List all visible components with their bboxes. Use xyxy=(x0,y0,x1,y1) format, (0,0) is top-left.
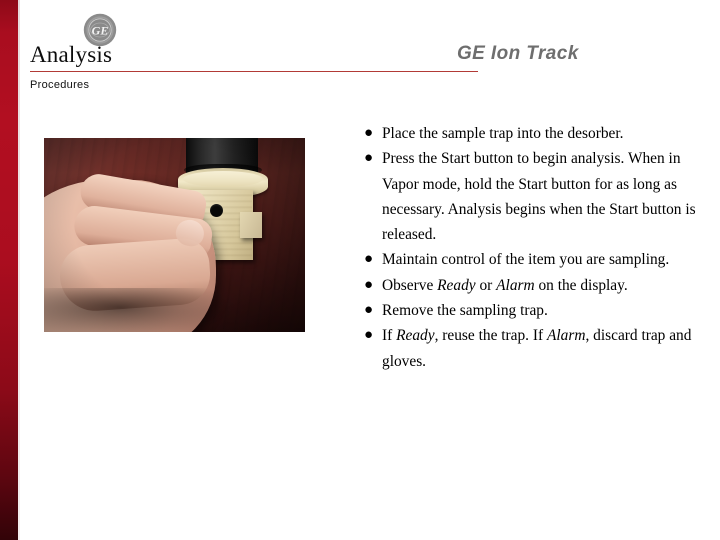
bullet-text: If Ready, reuse the trap. If Alarm, disc… xyxy=(382,323,712,374)
photo-vignette xyxy=(44,138,305,332)
bullet-text: Press the Start button to begin analysis… xyxy=(382,146,712,247)
bullet-item: ● Remove the sampling trap. xyxy=(364,298,712,323)
bullet-text-run: or xyxy=(475,276,497,294)
bullet-text-run: Press the Start button to begin analysis… xyxy=(382,150,696,244)
bullet-text: Remove the sampling trap. xyxy=(382,298,712,323)
bullet-emphasis: Ready xyxy=(396,327,435,345)
bullet-text-run: Observe xyxy=(382,276,438,294)
bullet-item: ● Place the sample trap into the desorber… xyxy=(364,121,712,146)
bullet-text-run: If xyxy=(382,327,397,345)
bullet-text: Place the sample trap into the desorber. xyxy=(382,121,712,146)
bullet-item: ● Observe Ready or Alarm on the display. xyxy=(364,273,712,298)
bullet-text-run: on the display. xyxy=(534,276,628,294)
bullet-marker-icon: ● xyxy=(364,150,374,167)
bullet-item: ● Maintain control of the item you are sa… xyxy=(364,247,712,272)
brand-wordmark: GE Ion Track xyxy=(457,43,579,64)
svg-text:GE: GE xyxy=(92,23,109,37)
bullet-emphasis: Alarm xyxy=(546,327,586,345)
title-divider xyxy=(30,71,478,72)
page-title: Analysis xyxy=(30,42,113,67)
bullet-marker-icon: ● xyxy=(364,302,374,319)
slide-subtitle: Procedures xyxy=(30,79,90,91)
bullet-text-run: Place the sample trap into the desorber. xyxy=(382,125,624,142)
bullet-text: Observe Ready or Alarm on the display. xyxy=(382,273,712,298)
bullet-text: Maintain control of the item you are sam… xyxy=(382,247,712,272)
bullet-text-run: Maintain control of the item you are sam… xyxy=(382,251,670,269)
bullet-item: ● If Ready, reuse the trap. If Alarm, dis… xyxy=(364,323,712,374)
procedure-bullet-list: ● Place the sample trap into the desorber… xyxy=(364,121,712,374)
bullet-emphasis: Ready xyxy=(437,276,476,294)
bullet-text-run: , reuse the trap. If xyxy=(434,327,547,345)
bullet-marker-icon: ● xyxy=(364,251,374,268)
bullet-emphasis: Alarm xyxy=(496,276,535,294)
bullet-text-run: Remove the sampling trap. xyxy=(382,302,548,320)
bullet-marker-icon: ● xyxy=(364,327,374,344)
slide-header: GE Analysis GE Ion Track Procedures xyxy=(0,0,720,100)
bullet-marker-icon: ● xyxy=(364,125,374,141)
bullet-marker-icon: ● xyxy=(364,276,374,293)
sample-trap-insertion-photo xyxy=(44,138,305,332)
bullet-item: ● Press the Start button to begin analysi… xyxy=(364,146,712,247)
